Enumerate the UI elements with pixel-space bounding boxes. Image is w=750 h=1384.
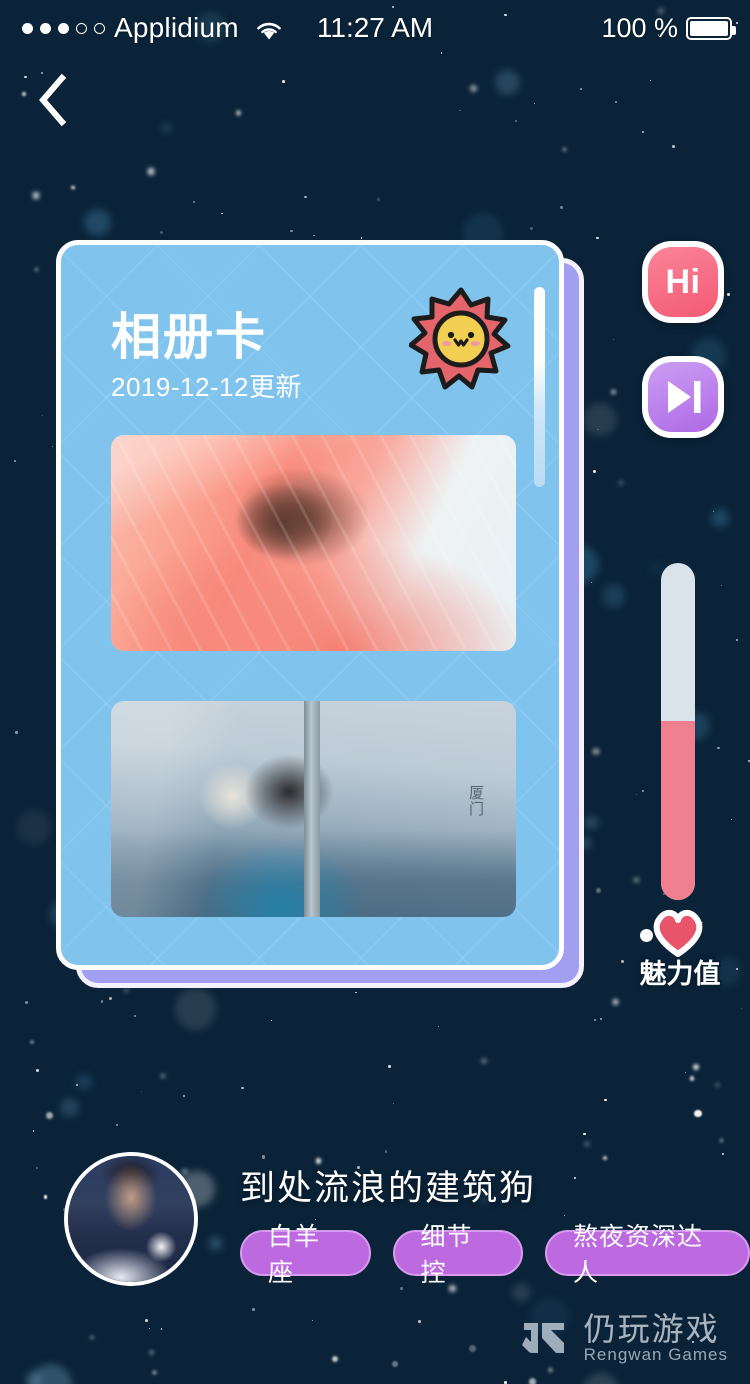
battery-full-icon	[686, 16, 736, 40]
app-screen: Applidium 11:27 AM 100 % 相册卡 2019-12-12更…	[0, 0, 750, 1384]
watermark: 仍玩游戏 Rengwan Games	[518, 1310, 728, 1365]
card-scrollbar[interactable]	[534, 287, 545, 487]
sun-face-icon	[408, 287, 513, 391]
charm-meter-label: 魅力值	[639, 959, 721, 989]
watermark-cn: 仍玩游戏	[583, 1310, 720, 1347]
watermark-en: Rengwan Games	[583, 1345, 728, 1365]
heart-icon	[640, 905, 706, 957]
hi-greeting-button[interactable]: Hi	[642, 241, 724, 323]
album-card[interactable]: 相册卡 2019-12-12更新 厦门	[56, 240, 564, 970]
charm-meter-track	[661, 563, 695, 900]
profile-name: 到处流浪的建筑狗	[240, 1169, 537, 1208]
photo-couple-bridge[interactable]: 厦门	[111, 701, 516, 917]
skip-next-icon	[668, 381, 701, 413]
user-avatar[interactable]	[64, 1152, 198, 1286]
profile-tag[interactable]: 熬夜资深达人	[545, 1223, 750, 1287]
hi-button-label: Hi	[665, 262, 701, 301]
chevron-left-icon	[39, 73, 67, 127]
profile-section: 到处流浪的建筑狗 白羊座 细节控 熬夜资深达人	[0, 1152, 750, 1302]
rengwan-logo-icon	[521, 1323, 564, 1354]
charm-meter-fill	[661, 721, 695, 900]
card-subtitle: 2019-12-12更新	[111, 372, 302, 402]
charm-meter[interactable]	[661, 563, 695, 900]
profile-tag-list: 白羊座 细节控 熬夜资深达人	[240, 1223, 750, 1287]
profile-tag[interactable]: 白羊座	[240, 1223, 371, 1287]
photo-girl-pink-fabric[interactable]	[111, 435, 516, 651]
back-button[interactable]	[18, 66, 86, 134]
photo-location-caption: 厦门	[467, 785, 484, 817]
card-title: 相册卡	[111, 309, 267, 365]
album-card-stack[interactable]: 相册卡 2019-12-12更新 厦门	[56, 240, 584, 988]
skip-next-button[interactable]	[642, 356, 724, 438]
status-bar-clock: 11:27 AM	[316, 12, 434, 43]
status-bar: Applidium 11:27 AM 100 %	[0, 0, 750, 56]
profile-tag[interactable]: 细节控	[392, 1223, 523, 1287]
